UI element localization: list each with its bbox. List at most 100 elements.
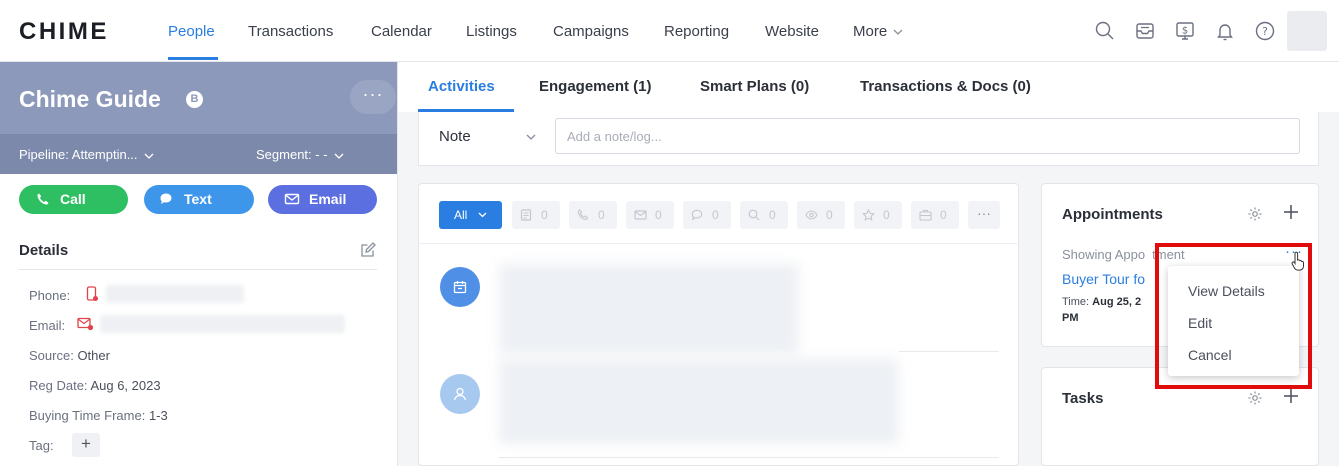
nav-reporting[interactable]: Reporting — [664, 23, 729, 40]
panel-divider — [397, 62, 398, 466]
filter-notes[interactable]: 0 — [512, 201, 560, 229]
note-type-select[interactable]: Note — [439, 128, 471, 145]
filter-transactions[interactable]: 0 — [911, 201, 959, 229]
feed-divider — [899, 351, 999, 352]
detail-tag: Tag: — [29, 438, 54, 453]
detail-email: Email: — [29, 318, 65, 333]
contact-tabs: Activities Engagement (1) Smart Plans (0… — [398, 62, 1339, 112]
nav-people[interactable]: People — [168, 23, 215, 40]
nav-transactions[interactable]: Transactions — [248, 23, 333, 40]
appointment-type-text: Showing Appo — [1062, 247, 1146, 262]
appointments-heading: Appointments — [1062, 206, 1163, 223]
nav-calendar[interactable]: Calendar — [371, 23, 432, 40]
briefcase-icon — [919, 209, 932, 221]
nav-listings[interactable]: Listings — [466, 23, 517, 40]
chime-logo[interactable]: CHIME — [19, 18, 109, 46]
buying-time-frame-value: 1-3 — [148, 408, 168, 423]
user-avatar[interactable] — [1287, 11, 1327, 51]
detail-buying-time-frame: Buying Time Frame: 1-3 — [29, 408, 168, 423]
gear-icon[interactable] — [1247, 206, 1263, 222]
edit-icon[interactable] — [360, 242, 376, 258]
filter-emails[interactable]: 0 — [626, 201, 674, 229]
detail-reg-date: Reg Date: Aug 6, 2023 — [29, 378, 161, 393]
add-tag-button[interactable]: + — [72, 433, 100, 457]
search-icon — [748, 209, 760, 221]
chat-icon — [160, 193, 172, 204]
contact-more-button[interactable]: ··· — [350, 80, 396, 114]
svg-text:?: ? — [1262, 25, 1268, 38]
phone-icon — [37, 193, 49, 205]
chevron-down-icon — [144, 153, 153, 159]
top-navigation-bar: CHIME People Transactions Calendar Listi… — [0, 0, 1339, 62]
filter-notes-count: 0 — [541, 208, 548, 222]
nav-website[interactable]: Website — [765, 23, 819, 40]
filter-more-button[interactable]: ··· — [968, 201, 1000, 229]
call-button[interactable]: Call — [19, 185, 128, 214]
filter-transactions-count: 0 — [940, 208, 947, 222]
activity-content-redacted — [499, 359, 899, 444]
segment-value: - - — [315, 147, 328, 162]
calendar-icon — [453, 281, 467, 294]
chevron-down-icon[interactable] — [526, 134, 536, 140]
detail-phone: Phone: — [29, 288, 70, 303]
appointment-time-value: Aug 25, 2 — [1092, 296, 1142, 308]
reg-date-label: Reg Date: — [29, 378, 88, 393]
text-button-label: Text — [184, 191, 212, 207]
add-icon[interactable] — [1282, 203, 1300, 221]
appointment-time-tail: PM — [1062, 312, 1079, 324]
add-icon[interactable] — [1282, 387, 1300, 405]
pipeline-select[interactable]: Pipeline: Attemptin... — [19, 147, 154, 162]
help-icon[interactable]: ? — [1254, 20, 1276, 42]
hand-cursor-icon — [1291, 251, 1304, 271]
nav-more-label: More — [853, 23, 888, 40]
tasks-heading: Tasks — [1062, 390, 1104, 407]
activity-content-redacted — [499, 264, 799, 354]
details-heading: Details — [19, 242, 69, 259]
email-button[interactable]: Email — [268, 185, 377, 214]
filter-favorites[interactable]: 0 — [854, 201, 902, 229]
filter-emails-count: 0 — [655, 208, 662, 222]
contact-header: Chime Guide B ··· Pipeline: Attemptin...… — [0, 62, 397, 174]
tab-activities[interactable]: Activities — [428, 78, 495, 95]
tab-transactions-docs[interactable]: Transactions & Docs (0) — [860, 78, 1031, 95]
filter-searches-count: 0 — [769, 208, 776, 222]
tab-smart-plans[interactable]: Smart Plans (0) — [700, 78, 809, 95]
gear-icon[interactable] — [1247, 390, 1263, 406]
chat-icon — [691, 209, 703, 221]
dollar-icon[interactable]: $ — [1174, 20, 1196, 42]
email-value-redacted — [100, 315, 345, 333]
filter-calls[interactable]: 0 — [569, 201, 617, 229]
filter-all-dropdown[interactable]: All — [439, 201, 502, 229]
contact-name: Chime Guide — [19, 86, 161, 112]
buying-time-frame-label: Buying Time Frame: — [29, 408, 146, 423]
highlight-box — [1155, 243, 1312, 389]
bell-icon[interactable] — [1214, 20, 1236, 42]
search-icon[interactable] — [1094, 20, 1116, 42]
email-invalid-icon — [77, 317, 94, 331]
email-button-label: Email — [309, 191, 347, 207]
chevron-down-icon — [893, 29, 903, 35]
inbox-icon[interactable] — [1134, 20, 1156, 42]
filter-views-count: 0 — [826, 208, 833, 222]
nav-campaigns[interactable]: Campaigns — [553, 23, 629, 40]
call-button-label: Call — [60, 191, 86, 207]
nav-more[interactable]: More — [853, 23, 903, 40]
svg-text:$: $ — [1182, 26, 1188, 37]
appointment-title-link[interactable]: Buyer Tour fo — [1062, 271, 1145, 287]
pipeline-value: Attemptin... — [71, 147, 138, 162]
segment-select[interactable]: Segment: - - — [256, 147, 344, 162]
eye-icon — [805, 210, 818, 220]
text-button[interactable]: Text — [144, 185, 254, 214]
contact-badge: B — [186, 91, 203, 108]
reg-date-value: Aug 6, 2023 — [90, 378, 161, 393]
filter-views[interactable]: 0 — [797, 201, 845, 229]
tab-engagement[interactable]: Engagement (1) — [539, 78, 652, 95]
chevron-down-icon — [478, 212, 487, 218]
note-composer: Note — [418, 112, 1319, 166]
filter-searches[interactable]: 0 — [740, 201, 788, 229]
pipeline-label: Pipeline: — [19, 147, 69, 162]
filter-texts[interactable]: 0 — [683, 201, 731, 229]
note-input[interactable] — [555, 118, 1300, 154]
activity-avatar — [440, 374, 480, 414]
note-icon — [520, 209, 532, 221]
